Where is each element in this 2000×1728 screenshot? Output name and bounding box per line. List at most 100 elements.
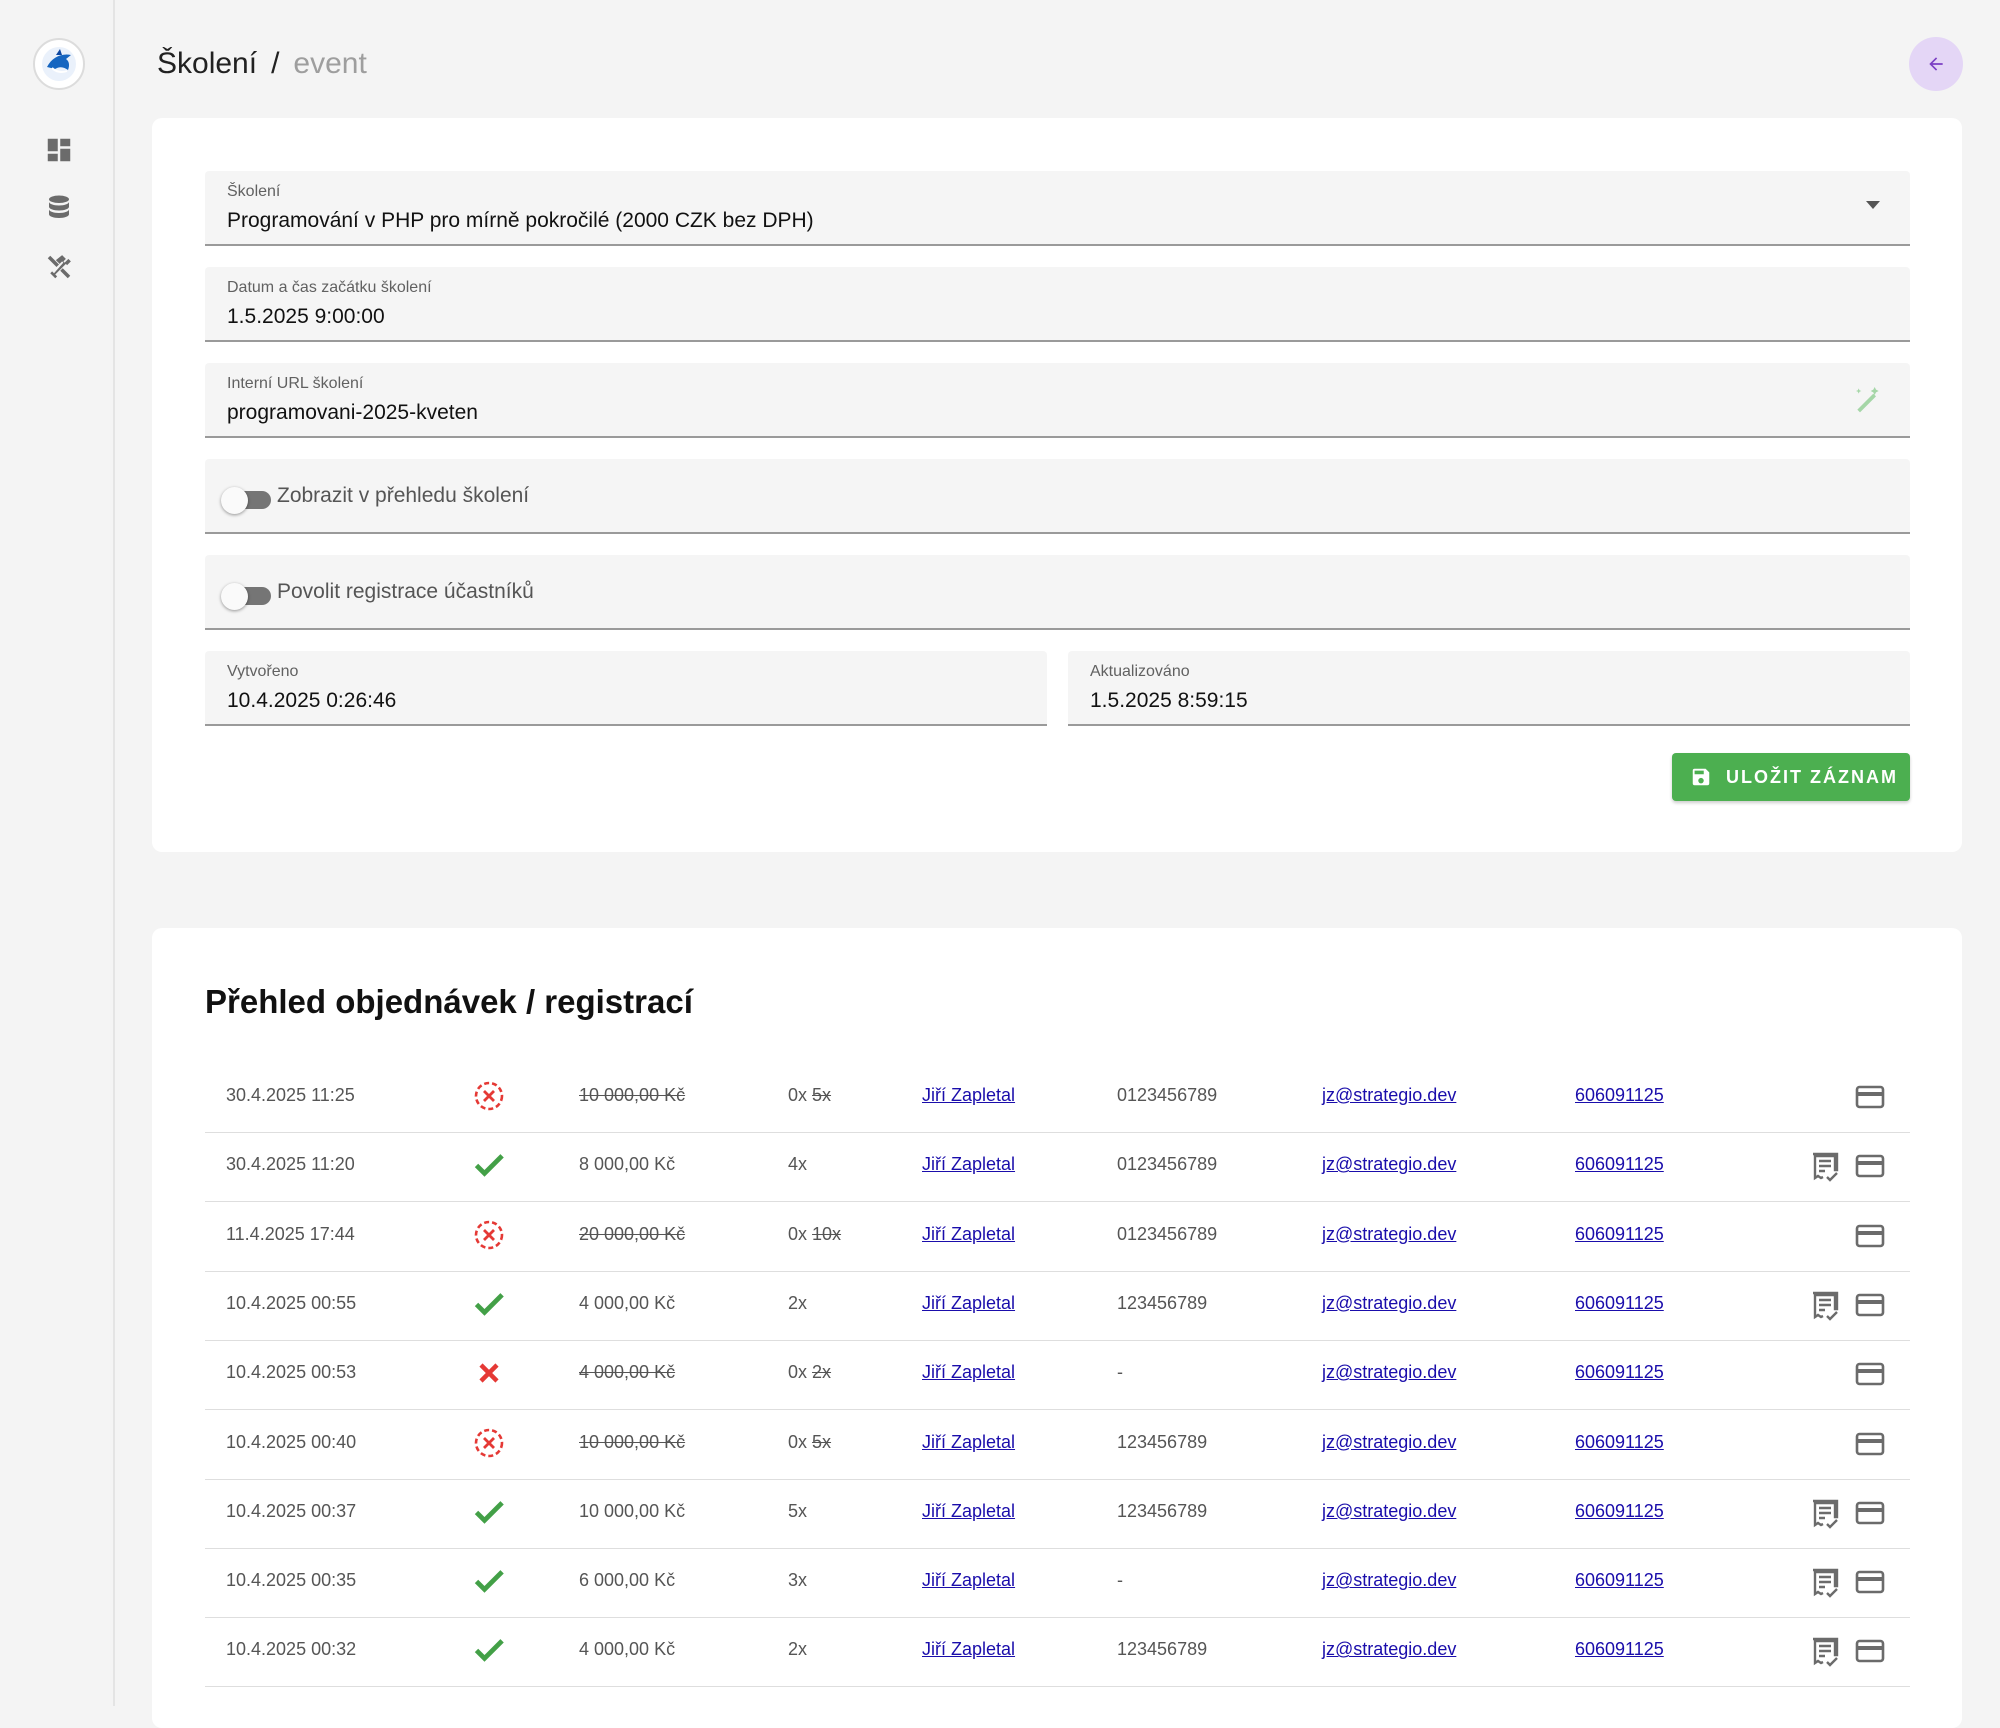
overview-toggle-row: Zobrazit v přehledu školení [205, 459, 1910, 534]
receipt-icon[interactable] [1808, 1497, 1842, 1531]
save-button-label: ULOŽIT ZÁZNAM [1726, 766, 1898, 787]
customer-name-link[interactable]: Jiří Zapletal [922, 1639, 1015, 1660]
customer-phone-link[interactable]: 606091125 [1575, 1224, 1664, 1245]
order-date: 10.4.2025 00:53 [226, 1362, 357, 1383]
url-value: programovani-2025-kveten [227, 401, 478, 424]
customer-name-link[interactable]: Jiří Zapletal [922, 1501, 1015, 1522]
order-date: 11.4.2025 17:44 [226, 1223, 355, 1244]
customer-name-link[interactable]: Jiří Zapletal [922, 1432, 1015, 1453]
breadcrumb: Školení / event [157, 44, 367, 84]
order-quantity: 4x [788, 1154, 807, 1175]
customer-email-link[interactable]: jz@strategio.dev [1322, 1293, 1456, 1314]
order-quantity: 0x 10x [788, 1224, 841, 1245]
company-id: - [1117, 1362, 1123, 1383]
start-datetime-field[interactable]: Datum a čas začátku školení 1.5.2025 9:0… [205, 267, 1910, 342]
order-quantity: 3x [788, 1570, 807, 1591]
customer-phone-link[interactable]: 606091125 [1575, 1293, 1664, 1314]
app-logo[interactable] [33, 38, 85, 90]
customer-email-link[interactable]: jz@strategio.dev [1322, 1501, 1456, 1522]
orders-card: Přehled objednávek / registrací 30.4.202… [152, 928, 1962, 1728]
credit-card-icon[interactable] [1853, 1496, 1887, 1530]
course-select[interactable]: Školení Programování v PHP pro mírně pok… [205, 171, 1910, 246]
order-price: 8 000,00 Kč [579, 1154, 676, 1175]
table-row: 10.4.2025 00:40 10 000,00 Kč 0x 5x Jiří Zap… [205, 1410, 1910, 1480]
credit-card-icon[interactable] [1853, 1357, 1887, 1391]
customer-email-link[interactable]: jz@strategio.dev [1322, 1224, 1456, 1245]
customer-email-link[interactable]: jz@strategio.dev [1322, 1154, 1456, 1175]
cancel-circle-icon [471, 1078, 507, 1114]
credit-card-icon[interactable] [1853, 1634, 1887, 1668]
quantity-actual: 0x [788, 1431, 808, 1452]
receipt-icon[interactable] [1808, 1150, 1842, 1184]
magic-wand-icon[interactable] [1852, 383, 1884, 415]
customer-name-link[interactable]: Jiří Zapletal [922, 1154, 1015, 1175]
database-icon[interactable] [44, 193, 74, 223]
customer-phone-link[interactable]: 606091125 [1575, 1154, 1664, 1175]
credit-card-icon[interactable] [1853, 1427, 1887, 1461]
event-form-card: Školení Programování v PHP pro mírně pok… [152, 118, 1962, 852]
url-field[interactable]: Interní URL školení programovani-2025-kv… [205, 363, 1910, 438]
customer-name-link[interactable]: Jiří Zapletal [922, 1224, 1015, 1245]
customer-name-link[interactable]: Jiří Zapletal [922, 1570, 1015, 1591]
save-button[interactable]: ULOŽIT ZÁZNAM [1672, 753, 1910, 801]
breadcrumb-current: event [293, 47, 367, 80]
credit-card-icon[interactable] [1853, 1080, 1887, 1114]
order-quantity: 2x [788, 1293, 807, 1314]
receipt-icon[interactable] [1808, 1289, 1842, 1323]
order-price: 4 000,00 Kč [579, 1639, 676, 1660]
breadcrumb-root[interactable]: Školení [157, 47, 257, 80]
customer-name-link[interactable]: Jiří Zapletal [922, 1362, 1015, 1383]
updated-field[interactable]: Aktualizováno 1.5.2025 8:59:15 [1068, 651, 1910, 726]
quantity-actual: 0x [788, 1085, 808, 1105]
customer-name-link[interactable]: Jiří Zapletal [922, 1085, 1015, 1106]
credit-card-icon[interactable] [1853, 1288, 1887, 1322]
quantity-original: 5x [812, 1085, 832, 1105]
overview-toggle[interactable] [221, 485, 271, 514]
updated-value: 1.5.2025 8:59:15 [1090, 689, 1248, 712]
quantity-original: 2x [812, 1362, 832, 1383]
receipt-icon[interactable] [1808, 1635, 1842, 1669]
course-value: Programování v PHP pro mírně pokročilé (… [227, 209, 814, 232]
quantity-actual: 5x [788, 1500, 808, 1521]
customer-phone-link[interactable]: 606091125 [1575, 1501, 1664, 1522]
quantity-actual: 3x [788, 1570, 808, 1591]
created-field[interactable]: Vytvořeno 10.4.2025 0:26:46 [205, 651, 1047, 726]
customer-email-link[interactable]: jz@strategio.dev [1322, 1570, 1456, 1591]
start-value: 1.5.2025 9:00:00 [227, 305, 385, 328]
order-price: 4 000,00 Kč [579, 1362, 676, 1383]
credit-card-icon[interactable] [1853, 1219, 1887, 1253]
dropdown-arrow-icon[interactable] [1866, 201, 1880, 209]
customer-name-link[interactable]: Jiří Zapletal [922, 1293, 1015, 1314]
order-date: 30.4.2025 11:25 [226, 1085, 355, 1105]
close-icon [471, 1355, 507, 1391]
company-id: - [1117, 1570, 1123, 1591]
customer-phone-link[interactable]: 606091125 [1575, 1362, 1664, 1383]
credit-card-icon[interactable] [1853, 1149, 1887, 1183]
order-date: 10.4.2025 00:35 [226, 1570, 357, 1591]
credit-card-icon[interactable] [1853, 1565, 1887, 1599]
customer-email-link[interactable]: jz@strategio.dev [1322, 1085, 1456, 1106]
orders-title: Přehled objednávek / registrací [205, 983, 693, 1020]
receipt-icon[interactable] [1808, 1566, 1842, 1600]
customer-email-link[interactable]: jz@strategio.dev [1322, 1639, 1456, 1660]
customer-phone-link[interactable]: 606091125 [1575, 1085, 1664, 1106]
check-icon [471, 1494, 507, 1530]
registration-toggle[interactable] [221, 581, 271, 610]
overview-toggle-label: Zobrazit v přehledu školení [277, 484, 530, 507]
customer-email-link[interactable]: jz@strategio.dev [1322, 1432, 1456, 1453]
quantity-actual: 2x [788, 1639, 808, 1660]
table-row: 10.4.2025 00:55 4 000,00 Kč 2x Jiří Zapleta… [205, 1271, 1910, 1341]
customer-phone-link[interactable]: 606091125 [1575, 1639, 1664, 1660]
tools-icon[interactable] [44, 252, 74, 282]
start-label: Datum a čas začátku školení [227, 279, 432, 296]
customer-email-link[interactable]: jz@strategio.dev [1322, 1362, 1456, 1383]
dashboard-icon[interactable] [44, 135, 74, 165]
course-label: Školení [227, 183, 281, 200]
customer-phone-link[interactable]: 606091125 [1575, 1570, 1664, 1591]
order-date: 10.4.2025 00:32 [226, 1639, 357, 1660]
customer-phone-link[interactable]: 606091125 [1575, 1432, 1664, 1453]
back-button[interactable] [1909, 37, 1963, 91]
quantity-original: 10x [812, 1223, 842, 1244]
order-quantity: 0x 2x [788, 1362, 831, 1383]
order-quantity: 2x [788, 1639, 807, 1660]
